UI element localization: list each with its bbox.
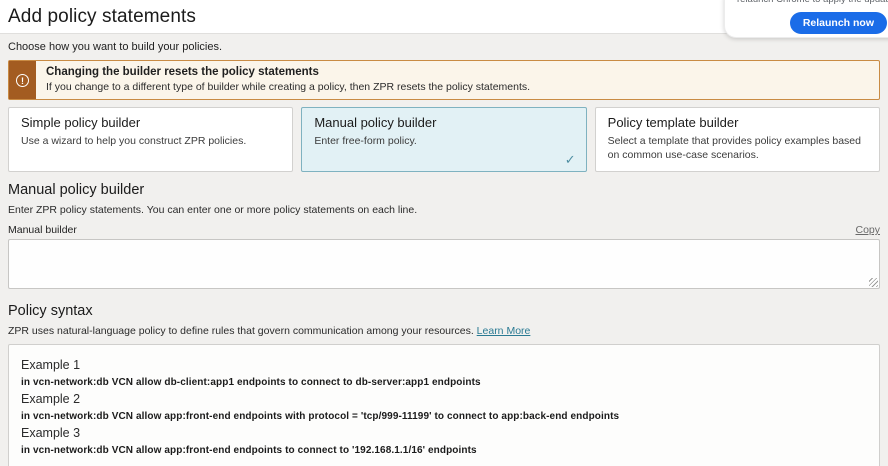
warning-icon: ! xyxy=(16,74,29,87)
manual-builder-description: Enter ZPR policy statements. You can ent… xyxy=(8,204,880,216)
relaunch-now-button[interactable]: Relaunch now xyxy=(790,12,887,34)
relaunch-notification: relaunch Chrome to apply the update Rela… xyxy=(724,0,888,38)
card-simple-policy-builder[interactable]: Simple policy builder Use a wizard to he… xyxy=(8,107,293,172)
content-area: Choose how you want to build your polici… xyxy=(0,33,888,466)
example-label: Example 3 xyxy=(21,426,867,440)
card-description: Use a wizard to help you construct ZPR p… xyxy=(21,134,280,148)
manual-builder-label-row: Manual builder Copy xyxy=(8,224,880,236)
example-statement: in vcn-network:db VCN allow db-client:ap… xyxy=(21,377,867,388)
policy-syntax-description: ZPR uses natural-language policy to defi… xyxy=(8,325,880,337)
warning-accent-strip: ! xyxy=(9,61,36,99)
manual-builder-heading: Manual policy builder xyxy=(8,182,880,198)
warning-banner: ! Changing the builder resets the policy… xyxy=(8,60,880,100)
relaunch-message: relaunch Chrome to apply the update xyxy=(737,0,888,5)
learn-more-link[interactable]: Learn More xyxy=(477,325,531,337)
manual-builder-field-label: Manual builder xyxy=(8,224,77,236)
card-manual-policy-builder[interactable]: Manual policy builder Enter free-form po… xyxy=(301,107,586,172)
warning-body: Changing the builder resets the policy s… xyxy=(36,61,540,99)
card-title: Simple policy builder xyxy=(21,115,280,130)
manual-builder-textarea-wrap xyxy=(8,239,880,289)
card-title: Policy template builder xyxy=(608,115,867,130)
textarea-resize-handle[interactable] xyxy=(869,278,878,287)
card-policy-template-builder[interactable]: Policy template builder Select a templat… xyxy=(595,107,880,172)
policy-syntax-heading: Policy syntax xyxy=(8,303,880,319)
warning-description: If you change to a different type of bui… xyxy=(46,81,530,93)
example-statement: in vcn-network:db VCN allow app:front-en… xyxy=(21,411,867,422)
card-description: Enter free-form policy. xyxy=(314,134,573,148)
card-title: Manual policy builder xyxy=(314,115,573,130)
intro-text: Choose how you want to build your polici… xyxy=(8,41,880,53)
example-label: Example 1 xyxy=(21,358,867,372)
policy-syntax-examples-box: Example 1 in vcn-network:db VCN allow db… xyxy=(8,344,880,466)
add-policy-statements-page: Add policy statements relaunch Chrome to… xyxy=(0,0,888,466)
card-description: Select a template that provides policy e… xyxy=(608,134,867,162)
selected-checkmark-icon: ✓ xyxy=(565,152,576,168)
warning-title: Changing the builder resets the policy s… xyxy=(46,66,530,78)
manual-builder-textarea[interactable] xyxy=(8,239,880,289)
example-statement: in vcn-network:db VCN allow app:front-en… xyxy=(21,445,867,456)
builder-cards-row: Simple policy builder Use a wizard to he… xyxy=(8,107,880,172)
policy-syntax-description-text: ZPR uses natural-language policy to defi… xyxy=(8,325,474,337)
example-label: Example 2 xyxy=(21,392,867,406)
copy-link[interactable]: Copy xyxy=(855,224,880,236)
